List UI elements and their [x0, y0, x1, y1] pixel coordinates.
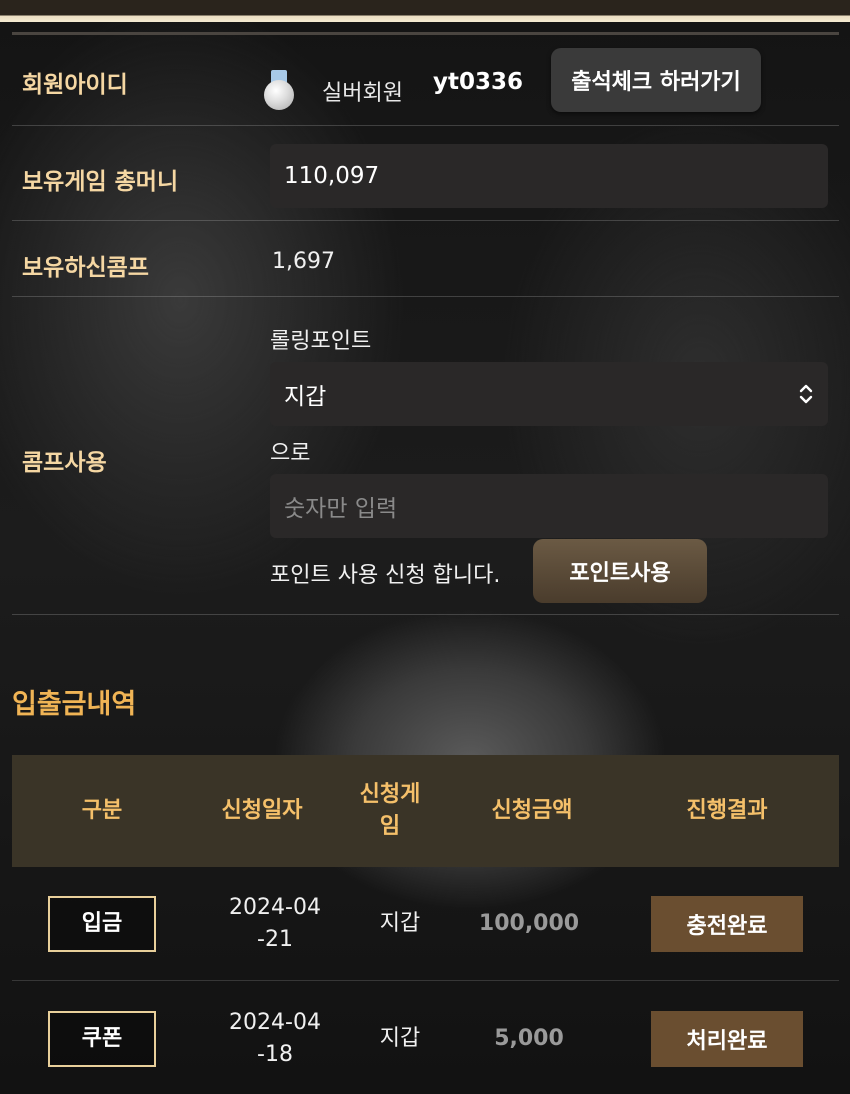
game-money-field: 110,097: [270, 144, 828, 208]
row-game: 지갑: [379, 911, 421, 936]
point-amount-input[interactable]: 숫자만 입력: [270, 474, 828, 538]
type-badge: 입금: [48, 896, 156, 952]
col-header-type: 구분: [81, 798, 123, 823]
top-border: [0, 0, 850, 22]
wallet-select-value: 지갑: [284, 384, 327, 410]
comp-value: 1,697: [272, 249, 335, 274]
wallet-select[interactable]: 지갑: [270, 362, 828, 426]
table-row: 입금 2024-04-21 지갑 100,000 충전완료: [12, 867, 839, 981]
status-button[interactable]: 충전완료: [651, 896, 803, 952]
table-row: 쿠폰 2024-04-18 지갑 5,000 처리완료: [12, 982, 839, 1094]
row-date: 2024-04-21: [229, 895, 321, 952]
member-grade: 실버회원: [322, 81, 403, 106]
row-amount: 5,000: [494, 1026, 564, 1051]
member-id-label: 회원아이디: [22, 72, 128, 98]
use-point-button[interactable]: 포인트사용: [533, 539, 707, 603]
col-header-game: 신청게임: [359, 782, 421, 839]
user-id: yt0336: [433, 69, 524, 95]
comp-use-label: 콤프사용: [22, 450, 107, 476]
attendance-check-button[interactable]: 출석체크 하러가기: [551, 48, 761, 112]
row-amount: 100,000: [478, 911, 580, 936]
history-table-header: 구분 신청일자 신청게임 신청금액 진행결과: [12, 755, 839, 867]
silver-medal-icon: [264, 70, 294, 112]
comp-row: 보유하신콤프: [12, 221, 839, 297]
col-header-status: 진행결과: [686, 798, 768, 823]
game-money-label: 보유게임 총머니: [22, 169, 179, 195]
to-text: 으로: [270, 441, 311, 466]
comp-label: 보유하신콤프: [22, 255, 149, 281]
point-request-text: 포인트 사용 신청 합니다.: [270, 563, 501, 588]
type-badge: 쿠폰: [48, 1011, 156, 1067]
col-header-amount: 신청금액: [491, 798, 573, 823]
history-title: 입출금내역: [12, 689, 137, 720]
row-game: 지갑: [379, 1026, 421, 1051]
status-button[interactable]: 처리완료: [651, 1011, 803, 1067]
rolling-point-label: 롤링포인트: [270, 329, 372, 354]
col-header-date: 신청일자: [221, 798, 303, 823]
row-date: 2024-04-18: [229, 1010, 321, 1067]
chevron-updown-icon: [799, 384, 813, 404]
